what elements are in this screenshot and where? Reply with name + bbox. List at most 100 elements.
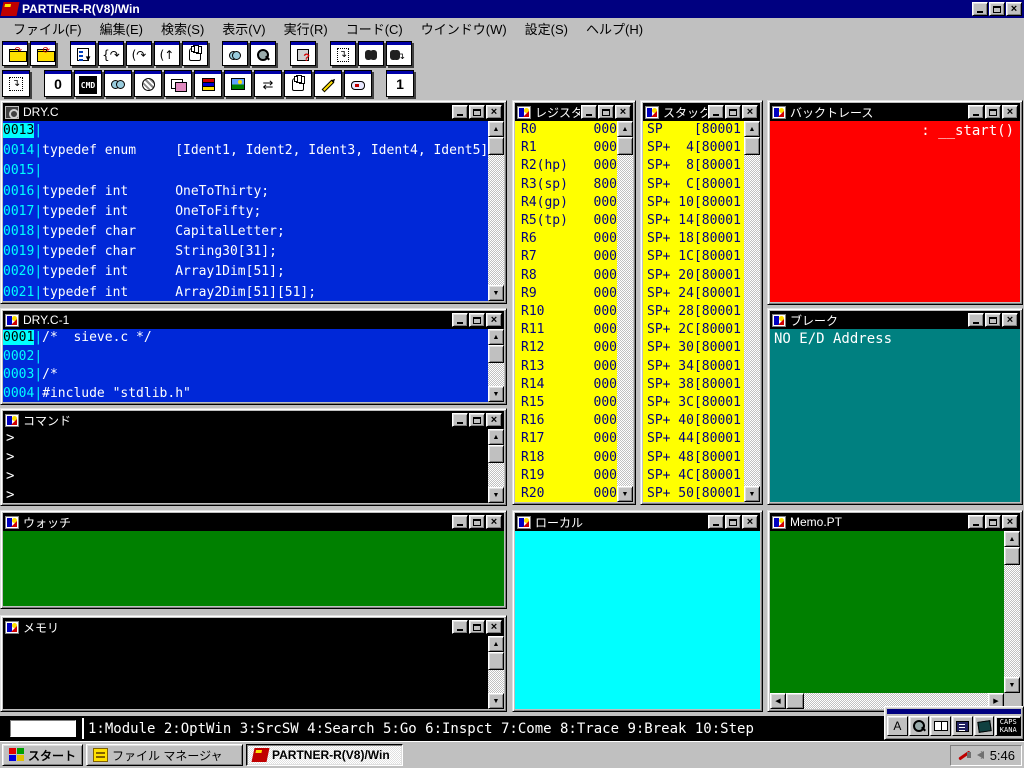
- ime-caps-kana-indicator[interactable]: CAPSKANA: [995, 716, 1021, 736]
- scroll-thumb[interactable]: [786, 693, 804, 709]
- minimize-button[interactable]: [968, 515, 984, 529]
- source-line[interactable]: 0002|: [3, 348, 488, 367]
- task-file-manager[interactable]: ファイル マネージャ: [86, 744, 243, 766]
- close-button[interactable]: ×: [742, 515, 758, 529]
- register-row[interactable]: R7000: [521, 248, 617, 266]
- registers-scrollbar[interactable]: ▲▼: [617, 121, 633, 502]
- minimize-button[interactable]: [581, 105, 597, 119]
- dryc1-scrollbar[interactable]: ▲▼: [488, 329, 504, 402]
- stack-row[interactable]: SP+ 44[80001: [647, 430, 744, 448]
- speaker-icon[interactable]: [977, 751, 984, 759]
- scroll-up-button[interactable]: ▲: [617, 121, 633, 137]
- start-button[interactable]: スタート: [2, 744, 83, 766]
- maximize-button[interactable]: [469, 313, 485, 327]
- register-row[interactable]: R11000: [521, 321, 617, 339]
- register-row[interactable]: R5(tp)000: [521, 212, 617, 230]
- ime-title-strip[interactable]: [887, 709, 1021, 714]
- command-title-bar[interactable]: コマンド ×: [3, 411, 504, 429]
- scroll-down-button[interactable]: ▼: [488, 285, 504, 301]
- memo-scrollbar[interactable]: ▲▼: [1004, 531, 1020, 693]
- minimize-button[interactable]: [452, 515, 468, 529]
- memo-content[interactable]: [770, 531, 1004, 693]
- main-title-bar[interactable]: PARTNER-R(V8)/Win ×: [0, 0, 1024, 18]
- register-row[interactable]: R1000: [521, 139, 617, 157]
- register-row[interactable]: R2(hp)000: [521, 157, 617, 175]
- scroll-thumb[interactable]: [488, 652, 504, 670]
- scroll-thumb[interactable]: [1004, 547, 1020, 565]
- stack-row[interactable]: SP+ 38[80001: [647, 376, 744, 394]
- backtrace-title-bar[interactable]: バックトレース ×: [770, 103, 1020, 121]
- glasses-button[interactable]: [104, 70, 132, 97]
- stack-row[interactable]: SP [80001: [647, 121, 744, 139]
- stack-row[interactable]: SP+ 4C[80001: [647, 467, 744, 485]
- scroll-thumb[interactable]: [488, 137, 504, 155]
- minimize-button[interactable]: [452, 413, 468, 427]
- close-button[interactable]: ×: [486, 313, 502, 327]
- scroll-track[interactable]: [1004, 565, 1020, 677]
- scroll-up-button[interactable]: ▲: [744, 121, 760, 137]
- stack-row[interactable]: SP+ 18[80001: [647, 230, 744, 248]
- register-row[interactable]: R16000: [521, 412, 617, 430]
- minimize-button[interactable]: [968, 105, 984, 119]
- minimize-button[interactable]: [452, 105, 468, 119]
- sphere-button[interactable]: [134, 70, 162, 97]
- stack-row[interactable]: SP+ 3C[80001: [647, 394, 744, 412]
- close-button[interactable]: ×: [742, 105, 758, 119]
- scroll-down-button[interactable]: ▼: [488, 487, 504, 503]
- source-line[interactable]: 0021|typedef int Array2Dim[51][51];: [3, 283, 488, 301]
- maximize-button[interactable]: [725, 515, 741, 529]
- memory-title-bar[interactable]: メモリ ×: [3, 618, 504, 636]
- maximize-button[interactable]: [598, 105, 614, 119]
- dryc-source-view[interactable]: 0013|0014|typedef enum [Ident1, Ident2, …: [3, 121, 488, 301]
- maximize-button[interactable]: [985, 105, 1001, 119]
- source-line[interactable]: 0019|typedef char String30[31];: [3, 242, 488, 262]
- scroll-down-button[interactable]: ▼: [744, 486, 760, 502]
- scroll-track[interactable]: [488, 363, 504, 386]
- break-title-bar[interactable]: ブレーク ×: [770, 311, 1020, 329]
- scroll-up-button[interactable]: ▲: [488, 636, 504, 652]
- cmd-button[interactable]: CMD: [74, 70, 102, 97]
- minimize-button[interactable]: [708, 105, 724, 119]
- ime-properties-button[interactable]: [952, 716, 973, 736]
- step-over-button[interactable]: (↷: [126, 41, 152, 66]
- close-button[interactable]: ×: [1006, 2, 1022, 16]
- inspect-magnifier-button[interactable]: [250, 41, 276, 66]
- command-scrollbar[interactable]: ▲▼: [488, 429, 504, 503]
- minimize-button[interactable]: [968, 313, 984, 327]
- stack-row[interactable]: SP+ 1C[80001: [647, 248, 744, 266]
- scroll-track[interactable]: [488, 155, 504, 285]
- stack-row[interactable]: SP+ 20[80001: [647, 267, 744, 285]
- minimize-button[interactable]: [452, 620, 468, 634]
- close-button[interactable]: ×: [615, 105, 631, 119]
- stack-row[interactable]: SP+ 48[80001: [647, 449, 744, 467]
- stack-row[interactable]: SP+ 28[80001: [647, 303, 744, 321]
- close-button[interactable]: ×: [1002, 105, 1018, 119]
- menu-item-5[interactable]: コード(C): [337, 17, 412, 40]
- source-line[interactable]: 0013|: [3, 121, 488, 141]
- menu-item-7[interactable]: 設定(S): [516, 17, 577, 40]
- stack-title-bar[interactable]: スタック ×: [643, 103, 760, 121]
- zero-button[interactable]: 0: [44, 70, 72, 97]
- register-row[interactable]: R12000: [521, 339, 617, 357]
- open-file-button[interactable]: ↷: [2, 41, 28, 66]
- close-button[interactable]: ×: [1002, 515, 1018, 529]
- module-list-button[interactable]: ▼: [70, 41, 96, 66]
- register-row[interactable]: R19000: [521, 467, 617, 485]
- stack-row[interactable]: SP+ C[80001: [647, 176, 744, 194]
- dryc1-source-view[interactable]: 0001|/* sieve.c */0002|0003|/*0004|#incl…: [3, 329, 488, 402]
- menu-item-1[interactable]: 編集(E): [91, 17, 152, 40]
- stack-row[interactable]: SP+ 14[80001: [647, 212, 744, 230]
- window-resize-button[interactable]: ↴: [2, 70, 30, 97]
- source-line[interactable]: 0017|typedef int OneToFifty;: [3, 202, 488, 222]
- close-button[interactable]: ×: [486, 413, 502, 427]
- locals-content[interactable]: [515, 531, 760, 709]
- one-button[interactable]: 1: [386, 70, 414, 97]
- stack-scrollbar[interactable]: ▲▼: [744, 121, 760, 502]
- menu-item-8[interactable]: ヘルプ(H): [577, 17, 652, 40]
- menu-item-0[interactable]: ファイル(F): [4, 17, 91, 40]
- scroll-down-button[interactable]: ▼: [617, 486, 633, 502]
- memory-content[interactable]: [3, 636, 488, 709]
- close-button[interactable]: ×: [486, 105, 502, 119]
- maximize-button[interactable]: [469, 105, 485, 119]
- stack-row[interactable]: SP+ 34[80001: [647, 358, 744, 376]
